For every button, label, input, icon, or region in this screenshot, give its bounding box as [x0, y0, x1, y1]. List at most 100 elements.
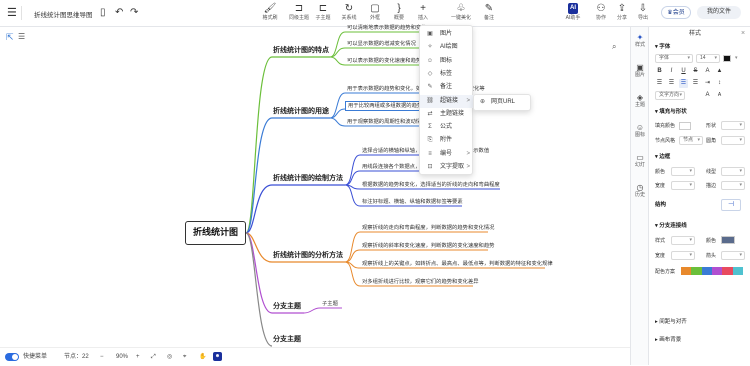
sub-topic[interactable]: 子主题 — [322, 300, 338, 308]
rail-tab-3[interactable]: ☺ 图标 — [631, 123, 649, 139]
sub-topic[interactable]: 观察折线的斜率和变化速度，判断数据的变化速度和趋势 — [362, 242, 494, 250]
underline-button[interactable]: U — [679, 67, 688, 76]
spacing-section-heading[interactable]: ▸ 间距与对齐 — [655, 319, 687, 326]
chevron-down-icon: ▾ — [739, 122, 742, 128]
root-topic[interactable]: 折线统计图 — [185, 221, 246, 245]
rail-icon: ▭ — [636, 153, 644, 162]
sub-topic[interactable]: 观察折线的走向和弯曲程度，判断数据的趋势和变化情况 — [362, 224, 494, 232]
bold-button[interactable]: B — [655, 67, 664, 76]
branch-color-swatch[interactable] — [721, 236, 735, 244]
menu-item-tag[interactable]: ◇ 标签 — [420, 68, 474, 81]
fit-view-icon[interactable]: ⤢ — [151, 348, 156, 366]
hand-icon[interactable]: ✋ — [199, 348, 206, 366]
palette-color — [681, 267, 692, 275]
menu-item-note[interactable]: ✎ 备注 — [420, 81, 474, 94]
strikethrough-button[interactable]: S — [691, 67, 700, 76]
highlight-button[interactable]: ▲ — [715, 67, 724, 76]
vip-button[interactable]: ♛会员 — [661, 6, 691, 19]
font-family-select[interactable]: 字体 ▾ — [655, 54, 693, 63]
menu-item-text-extract[interactable]: ⊡ 文字提取 > — [420, 161, 474, 174]
sub-topic[interactable]: 可以清晰地表示数据的趋势和变化 — [347, 24, 426, 32]
structure-layout-button[interactable]: ⊣ — [721, 199, 741, 211]
palette-swatches[interactable] — [681, 267, 743, 275]
align-center-icon[interactable]: ☰ — [667, 79, 676, 88]
rounded-select[interactable]: ▾ — [721, 136, 745, 145]
sub-topic[interactable]: 对多组折线进行比较，观察它们的趋势和变化差异 — [362, 278, 479, 286]
menu-item-formula[interactable]: Σ 公式 — [420, 121, 474, 134]
branch-style-select[interactable]: ▾ — [671, 236, 695, 245]
style-panel: 样式 × ▾ 字体 字体 ▾ 14 ▾ ▾ B I U S A ▲ ☰ ☰ ☰ ☰ … — [648, 27, 750, 365]
align-right-icon[interactable]: ☰ — [679, 79, 688, 88]
canvas-section-heading[interactable]: ▸ 画布背景 — [655, 337, 681, 344]
menu-item-attachment[interactable]: ⎘ 附件 — [420, 134, 474, 147]
sub-topic[interactable]: 可以显示数据的增减变化情况 — [347, 40, 416, 48]
text-direction-select[interactable]: 文字方向 ▾ — [655, 91, 685, 100]
menu-item-ai-draw[interactable]: ✧ AI绘图 — [420, 41, 474, 54]
font-grow-icon[interactable]: A — [703, 91, 712, 100]
branch-arrow-select[interactable]: ▾ — [721, 251, 745, 260]
main-topic[interactable]: 折线统计图的特点 — [273, 47, 329, 55]
sub-topic[interactable]: 观察折线上的关键点，如转折点、最高点、最低点等，判断数据的特征和变化规律 — [362, 260, 553, 268]
border-width-select[interactable]: ▾ — [671, 181, 695, 190]
indent-icon[interactable]: ⇥ — [703, 79, 712, 88]
italic-button[interactable]: I — [667, 67, 676, 76]
export-button[interactable]: ⇩ 导出 — [630, 3, 656, 22]
menu-item-icon[interactable]: ☺ 图标 — [420, 55, 474, 68]
my-files-button[interactable]: 我的文件 — [697, 6, 741, 19]
ai-draw-icon: ✧ — [427, 44, 433, 51]
stroke-select[interactable]: ▾ — [721, 181, 745, 190]
main-topic[interactable]: 分支主题 — [273, 303, 301, 311]
web-url-icon: ⊕ — [480, 99, 486, 105]
menu-item-image[interactable]: ▣ 图片 — [420, 28, 474, 41]
zoom-level[interactable]: 90% — [116, 348, 128, 366]
main-topic[interactable]: 折线统计图的绘制方法 — [273, 175, 343, 183]
main-topic[interactable]: 折线统计图的用途 — [273, 108, 329, 116]
rail-tab-2[interactable]: ◈ 主题 — [631, 93, 649, 109]
shape-select[interactable]: ▾ — [721, 121, 745, 130]
font-color-swatch[interactable] — [723, 55, 731, 62]
line-height-icon[interactable]: ↕ — [715, 79, 724, 88]
border-section-heading: ▾ 边框 — [655, 154, 671, 160]
chevron-down-icon[interactable]: ▾ — [735, 55, 738, 62]
main-topic[interactable]: 折线统计图的分析方法 — [273, 252, 343, 260]
link-icon: ⛓ — [426, 97, 434, 104]
robot-icon[interactable]: ☻ — [213, 352, 222, 361]
sub-topic[interactable]: 标注好标题、横轴、纵轴和数据标签等要素 — [362, 198, 463, 206]
menu-item-topic-link[interactable]: ⇄ 主题链接 — [420, 108, 474, 121]
fill-color-swatch[interactable] — [679, 122, 691, 130]
menu-item-link[interactable]: ⛓ 超链接 > — [420, 94, 474, 108]
zoom-in-icon[interactable]: + — [136, 348, 140, 366]
justify-icon[interactable]: ☰ — [691, 79, 700, 88]
structure-section-heading: 结构 — [655, 202, 667, 208]
sub-topic[interactable]: 用于观察数据的周期性和波动情况 — [347, 118, 426, 126]
rail-style-0[interactable]: ✦ 样式 — [631, 33, 649, 49]
rail-tab-5[interactable]: ◷ 历史 — [631, 183, 649, 199]
web-url-item[interactable]: 网页URL — [491, 95, 515, 110]
shortcut-toggle[interactable] — [5, 353, 19, 361]
branch-width-select[interactable]: ▾ — [671, 251, 695, 260]
rail-tab-4[interactable]: ▭ 幻灯 — [631, 153, 649, 169]
main-topic[interactable]: 分支主题 — [273, 336, 301, 344]
topic-link-icon: ⇄ — [427, 110, 433, 117]
rail-tab-1[interactable]: ▣ 图片 — [631, 63, 649, 79]
node-style-select[interactable]: 节点 ▾ — [679, 136, 703, 145]
locate-icon[interactable]: ◎ — [167, 348, 172, 366]
font-size-select[interactable]: 14 ▾ — [696, 54, 720, 63]
map-icon[interactable]: ⌖ — [183, 348, 186, 366]
sub-topic[interactable]: 根据数据的趋势和变化，选择适当的折线的走向和弯曲程度 — [362, 181, 500, 189]
chevron-down-icon: ▾ — [689, 252, 692, 258]
border-color-select[interactable]: ▾ — [671, 167, 695, 176]
align-left-icon[interactable]: ☰ — [655, 79, 664, 88]
chevron-right-icon: > — [466, 164, 470, 170]
line-type-select[interactable]: ▾ — [721, 167, 745, 176]
panel-title: 样式 — [689, 31, 702, 37]
rail-icon: ◷ — [636, 183, 644, 192]
zoom-out-icon[interactable]: − — [100, 348, 104, 366]
note-icon: ✎ — [427, 84, 433, 91]
menu-item-numbering[interactable]: ≡ 编号 > — [420, 148, 474, 161]
sub-topic[interactable]: 可以表示数据的变化速度和趋势 — [347, 57, 421, 65]
text-color-button[interactable]: A — [703, 67, 712, 76]
close-panel-icon[interactable]: × — [741, 30, 745, 37]
palette-color — [701, 267, 712, 275]
font-shrink-icon[interactable]: A — [715, 91, 724, 100]
